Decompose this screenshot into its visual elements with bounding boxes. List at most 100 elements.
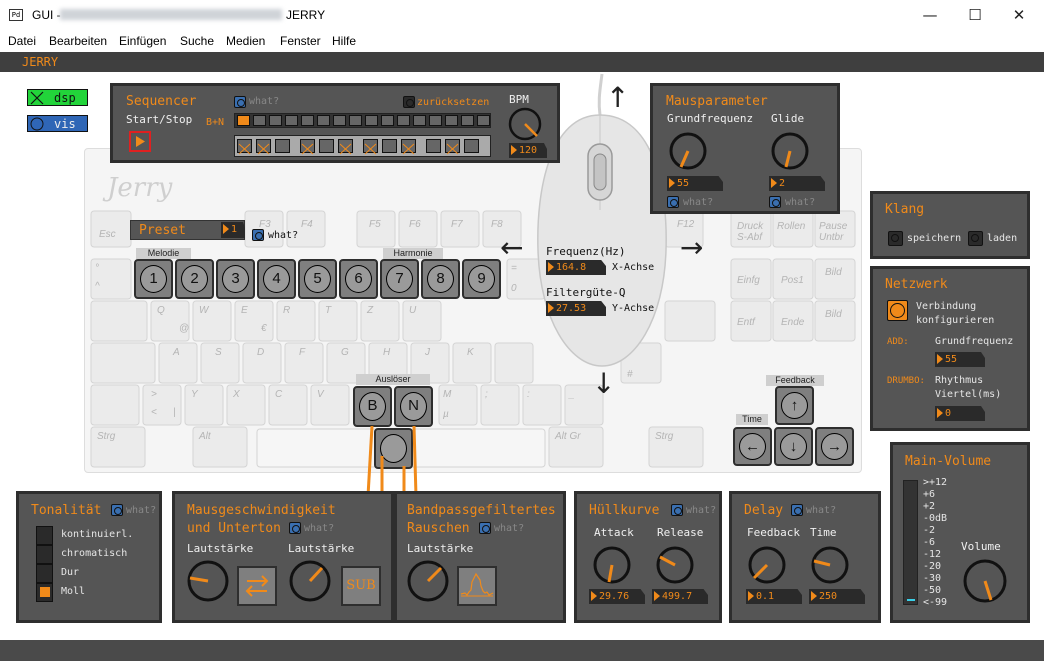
- release-knob[interactable]: [654, 544, 696, 586]
- menu-einfuegen[interactable]: Einfügen: [119, 34, 166, 48]
- sequencer-step[interactable]: [317, 115, 330, 126]
- sequencer-pattern-cell[interactable]: [300, 139, 315, 155]
- sequencer-step[interactable]: [461, 115, 474, 126]
- minimize-button[interactable]: —: [915, 4, 945, 26]
- sequencer-step[interactable]: [237, 115, 250, 126]
- tonalitaet-what[interactable]: what?: [126, 505, 156, 516]
- bandpass-spectrum-button[interactable]: [457, 566, 497, 606]
- sequencer-pattern-cell[interactable]: [426, 139, 441, 153]
- arrow-key-down[interactable]: ↓: [774, 427, 813, 466]
- attack-knob[interactable]: [591, 544, 633, 586]
- grund-help-icon[interactable]: [667, 196, 679, 208]
- trigger-key-n[interactable]: N: [394, 386, 433, 427]
- menu-datei[interactable]: Datei: [8, 34, 36, 48]
- sequencer-step[interactable]: [429, 115, 442, 126]
- number-key-8[interactable]: 8: [421, 259, 460, 299]
- drumbo-number[interactable]: 0: [935, 406, 985, 421]
- sequencer-step[interactable]: [269, 115, 282, 126]
- sequencer-pattern-cell[interactable]: [319, 139, 334, 153]
- menu-hilfe[interactable]: Hilfe: [332, 34, 356, 48]
- release-number[interactable]: 499.7: [652, 589, 708, 604]
- add-number[interactable]: 55: [935, 352, 985, 367]
- grundfrequenz-number[interactable]: 55: [667, 176, 723, 191]
- number-key-3[interactable]: 3: [216, 259, 255, 299]
- bandpass-help-icon[interactable]: [479, 522, 491, 534]
- sequencer-step[interactable]: [333, 115, 346, 126]
- bpm-number[interactable]: 120: [509, 143, 547, 158]
- tonalitaet-option-box[interactable]: [36, 545, 53, 564]
- sequencer-step-row[interactable]: [234, 113, 491, 128]
- sequencer-pattern-cell[interactable]: [256, 139, 271, 155]
- delay-what[interactable]: what?: [806, 505, 836, 516]
- reset-bang[interactable]: [403, 96, 415, 108]
- tonalitaet-option-box[interactable]: [36, 564, 53, 583]
- tonalitaet-help-icon[interactable]: [111, 504, 123, 516]
- sequencer-pattern-cell[interactable]: [363, 139, 378, 155]
- sequencer-step[interactable]: [477, 115, 490, 126]
- sequencer-step[interactable]: [301, 115, 314, 126]
- delay-help-icon[interactable]: [791, 504, 803, 516]
- preset-help-icon[interactable]: [252, 229, 264, 241]
- bandpass-volume-knob[interactable]: [405, 558, 451, 604]
- sequencer-step[interactable]: [413, 115, 426, 126]
- huellkurve-what[interactable]: what?: [686, 505, 716, 516]
- sequencer-pattern-cell[interactable]: [382, 139, 397, 153]
- sequencer-step[interactable]: [397, 115, 410, 126]
- sequencer-what[interactable]: what?: [249, 96, 279, 107]
- mausgeschw-volume1-knob[interactable]: [185, 558, 231, 604]
- delay-feedback-number[interactable]: 0.1: [746, 589, 802, 604]
- grund-what[interactable]: what?: [683, 197, 713, 208]
- grundfrequenz-knob[interactable]: [667, 130, 709, 172]
- number-key-2[interactable]: 2: [175, 259, 214, 299]
- sequencer-pattern-row[interactable]: [234, 135, 491, 157]
- glide-knob[interactable]: [769, 130, 811, 172]
- sequencer-pattern-cell[interactable]: [237, 139, 252, 155]
- number-key-6[interactable]: 6: [339, 259, 378, 299]
- delay-time-number[interactable]: 250: [809, 589, 865, 604]
- sequencer-pattern-cell[interactable]: [275, 139, 290, 153]
- sub-button[interactable]: SUB: [341, 566, 381, 606]
- menu-suche[interactable]: Suche: [180, 34, 214, 48]
- arrow-key-right[interactable]: →: [815, 427, 854, 466]
- number-key-4[interactable]: 4: [257, 259, 296, 299]
- tonalitaet-option-box[interactable]: [36, 583, 53, 602]
- sequencer-step[interactable]: [365, 115, 378, 126]
- menu-fenster[interactable]: Fenster: [280, 34, 321, 48]
- number-key-1[interactable]: 1: [134, 259, 173, 299]
- attack-number[interactable]: 29.76: [589, 589, 645, 604]
- sequencer-step[interactable]: [445, 115, 458, 126]
- close-button[interactable]: ✕: [1004, 4, 1034, 26]
- main-volume-knob[interactable]: [961, 557, 1009, 605]
- sequencer-pattern-cell[interactable]: [445, 139, 460, 155]
- connection-bang[interactable]: [887, 300, 908, 321]
- preset-number[interactable]: 1: [221, 222, 245, 238]
- mausgeschw-volume2-knob[interactable]: [287, 558, 333, 604]
- sequencer-step[interactable]: [285, 115, 298, 126]
- glide-help-icon[interactable]: [769, 196, 781, 208]
- menu-medien[interactable]: Medien: [226, 34, 265, 48]
- bandpass-what[interactable]: what?: [494, 523, 524, 534]
- maximize-button[interactable]: ☐: [960, 4, 990, 26]
- save-bang[interactable]: [888, 231, 903, 246]
- preset-what[interactable]: what?: [268, 230, 298, 241]
- sequencer-step[interactable]: [381, 115, 394, 126]
- sequencer-step[interactable]: [253, 115, 266, 126]
- arrow-key-left[interactable]: ←: [733, 427, 772, 466]
- q-number[interactable]: 27.53: [546, 301, 606, 316]
- load-bang[interactable]: [968, 231, 983, 246]
- trigger-key-b[interactable]: B: [353, 386, 392, 427]
- swap-button[interactable]: [237, 566, 277, 606]
- delay-time-knob[interactable]: [809, 544, 851, 586]
- tonalitaet-option-box[interactable]: [36, 526, 53, 545]
- number-key-9[interactable]: 9: [462, 259, 501, 299]
- dsp-toggle[interactable]: dsp: [27, 89, 88, 106]
- sequencer-help-icon[interactable]: [234, 96, 246, 108]
- sequencer-pattern-cell[interactable]: [401, 139, 416, 155]
- freq-number[interactable]: 164.8: [546, 260, 606, 275]
- sequencer-pattern-cell[interactable]: [338, 139, 353, 155]
- delay-feedback-knob[interactable]: [746, 544, 788, 586]
- vis-toggle[interactable]: vis: [27, 115, 88, 132]
- bpm-knob[interactable]: [507, 106, 543, 142]
- number-key-5[interactable]: 5: [298, 259, 337, 299]
- sequencer-pattern-cell[interactable]: [464, 139, 479, 153]
